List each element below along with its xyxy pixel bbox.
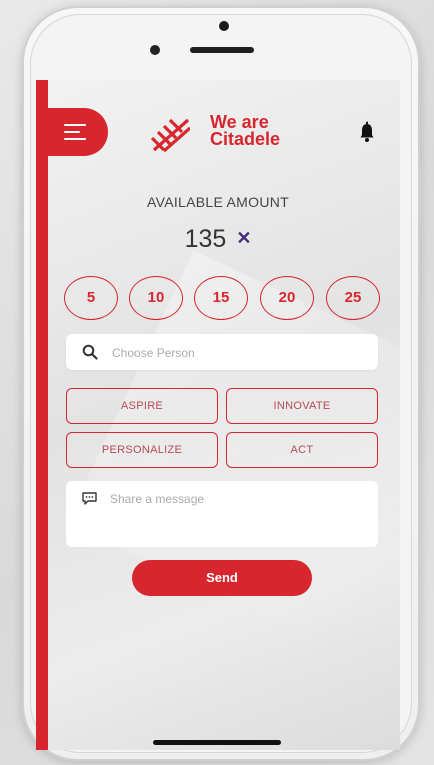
quick-amount-chips: 5 10 15 20 25: [64, 276, 384, 320]
available-amount-label: AVAILABLE AMOUNT: [147, 194, 289, 210]
bell-icon[interactable]: [359, 121, 375, 143]
phone-volume-up: [20, 168, 24, 224]
phone-power-button: [420, 166, 424, 222]
amount-chip-25[interactable]: 25: [326, 276, 380, 320]
citadele-logo-mark-icon: [150, 118, 190, 152]
red-side-rail: [36, 80, 48, 750]
amount-chip-20[interactable]: 20: [260, 276, 314, 320]
search-icon: [82, 344, 98, 360]
value-button-innovate[interactable]: INNOVATE: [226, 388, 378, 424]
value-button-act[interactable]: ACT: [226, 432, 378, 468]
logo-line-2: Citadele: [210, 129, 281, 149]
proximity-sensor: [150, 45, 160, 55]
share-message-field[interactable]: Share a message: [66, 481, 378, 547]
value-button-personalize[interactable]: PERSONALIZE: [66, 432, 218, 468]
chat-bubble-icon: [82, 492, 97, 505]
choose-person-input[interactable]: [110, 334, 364, 372]
app-screen: We are Citadele AVAILABLE AMOUNT 135 ✕ 5 …: [36, 80, 400, 750]
front-camera: [219, 21, 229, 31]
close-icon[interactable]: ✕: [236, 228, 251, 249]
amount-chip-5[interactable]: 5: [64, 276, 118, 320]
send-button[interactable]: Send: [132, 560, 312, 596]
amount-chip-15[interactable]: 15: [194, 276, 248, 320]
value-button-aspire[interactable]: ASPIRE: [66, 388, 218, 424]
phone-side-button: [20, 100, 24, 130]
earpiece-speaker: [190, 47, 254, 53]
company-values: ASPIRE INNOVATE PERSONALIZE ACT: [66, 388, 378, 470]
phone-volume-down: [20, 236, 24, 292]
share-message-placeholder: Share a message: [110, 492, 205, 506]
available-amount: 135 ✕: [36, 225, 400, 254]
home-indicator[interactable]: [153, 740, 281, 745]
hamburger-menu-icon[interactable]: [64, 124, 86, 140]
logo-text: We are Citadele: [210, 113, 320, 149]
choose-person-field[interactable]: [66, 334, 378, 372]
amount-chip-10[interactable]: 10: [129, 276, 183, 320]
available-amount-value: 135: [184, 225, 227, 253]
